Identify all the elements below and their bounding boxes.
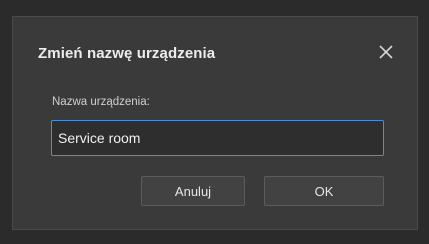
device-name-input[interactable]	[51, 120, 384, 156]
ok-button[interactable]: OK	[264, 176, 384, 206]
close-icon	[379, 45, 393, 59]
cancel-button[interactable]: Anuluj	[141, 176, 245, 206]
device-name-label: Nazwa urządzenia:	[52, 96, 150, 108]
dialog-title: Zmień nazwę urządzenia	[38, 45, 216, 62]
close-button[interactable]	[374, 40, 398, 64]
